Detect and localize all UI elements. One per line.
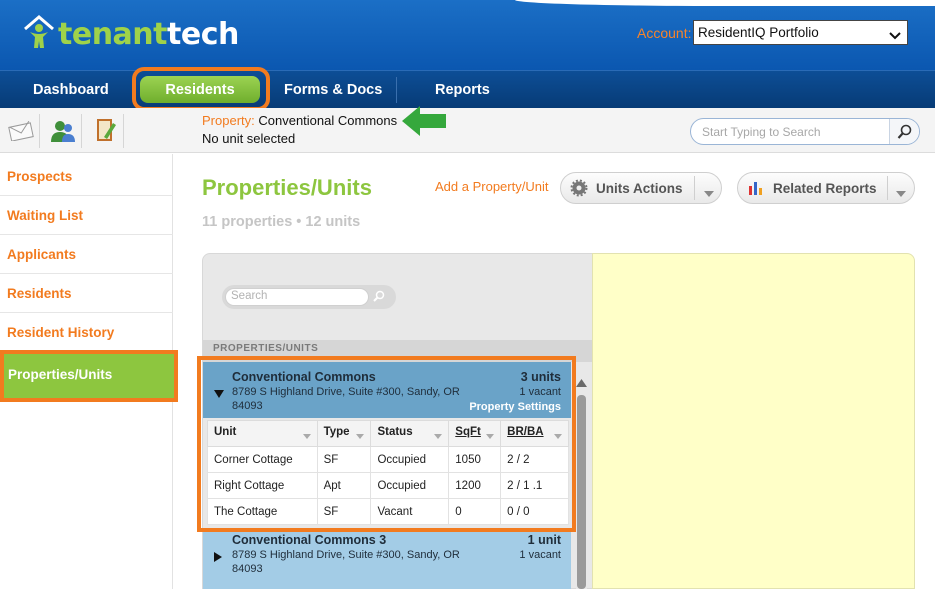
property-row[interactable]: Conventional Commons 3 8789 S Highland D… — [203, 530, 571, 589]
notebook-icon[interactable] — [86, 114, 124, 148]
related-reports-label: Related Reports — [773, 180, 877, 196]
page-title: Properties/Units — [202, 175, 372, 200]
property-unit-count: 1 unit — [527, 533, 561, 547]
add-property-link[interactable]: Add a Property/Unit — [435, 179, 548, 194]
nav-forms-docs[interactable]: Forms & Docs — [284, 71, 382, 109]
button-divider — [694, 176, 695, 200]
app-header: tenanttech Account: ResidentIQ Portfolio — [0, 0, 935, 70]
arrow-left-icon — [400, 104, 448, 143]
people-icon[interactable] — [44, 114, 82, 148]
sidebar-item-prospects[interactable]: Prospects — [0, 157, 173, 196]
sidebar-item-residents[interactable]: Residents — [0, 274, 173, 313]
property-unit-counts: 11 properties • 12 units — [202, 214, 361, 230]
properties-search-placeholder: Search — [231, 290, 268, 302]
related-reports-button[interactable]: Related Reports — [737, 172, 915, 204]
sidebar-item-waiting-list[interactable]: Waiting List — [0, 196, 173, 235]
caret-down-icon — [704, 185, 714, 200]
logo-part1: tenant — [58, 17, 168, 52]
sidebar-item-label: Properties/Units — [8, 367, 113, 382]
property-key: Property: — [202, 113, 255, 128]
house-person-icon — [22, 12, 56, 52]
triangle-right-icon[interactable] — [214, 549, 222, 567]
sidebar-item-resident-history[interactable]: Resident History — [0, 313, 173, 352]
sidebar-item-properties-units[interactable]: Properties/Units — [0, 350, 178, 402]
property-name: Conventional Commons 3 — [232, 533, 387, 547]
chevron-down-icon — [889, 28, 901, 43]
property-address: 8789 S Highland Drive, Suite #300, Sandy… — [232, 549, 460, 575]
button-divider — [887, 176, 888, 200]
property-highlight — [197, 356, 576, 532]
sidebar-item-applicants[interactable]: Applicants — [0, 235, 173, 274]
account-selected-value: ResidentIQ Portfolio — [698, 25, 819, 40]
unit-detail-panel — [592, 253, 915, 589]
account-label: Account: — [637, 25, 692, 41]
header-arc — [515, 0, 935, 6]
nav-divider — [396, 77, 397, 103]
search-icon[interactable] — [372, 290, 386, 309]
properties-search[interactable]: Search — [222, 285, 396, 309]
bar-chart-icon — [747, 180, 765, 196]
logo-part2: tech — [167, 17, 239, 52]
property-value: Conventional Commons — [258, 113, 398, 128]
current-unit: No unit selected — [202, 131, 296, 146]
global-search[interactable]: Start Typing to Search — [690, 118, 920, 145]
units-actions-button[interactable]: Units Actions — [560, 172, 722, 204]
scroll-up-icon[interactable] — [576, 374, 587, 392]
global-search-input[interactable]: Start Typing to Search — [702, 125, 821, 139]
logo-text: tenanttech — [58, 20, 239, 52]
current-property: Property: Conventional Commons — [202, 113, 397, 128]
units-actions-label: Units Actions — [596, 180, 683, 196]
nav-dashboard[interactable]: Dashboard — [33, 71, 109, 109]
envelope-icon[interactable] — [2, 114, 40, 148]
account-select[interactable]: ResidentIQ Portfolio — [693, 20, 908, 45]
residents-highlight — [132, 67, 270, 111]
gear-icon — [570, 179, 588, 197]
caret-down-icon — [896, 185, 906, 200]
scrollbar-thumb[interactable] — [577, 395, 586, 589]
tenanttech-logo[interactable]: tenanttech — [22, 8, 239, 52]
search-icon[interactable] — [889, 119, 919, 144]
property-vacant-count: 1 vacant — [519, 549, 561, 561]
